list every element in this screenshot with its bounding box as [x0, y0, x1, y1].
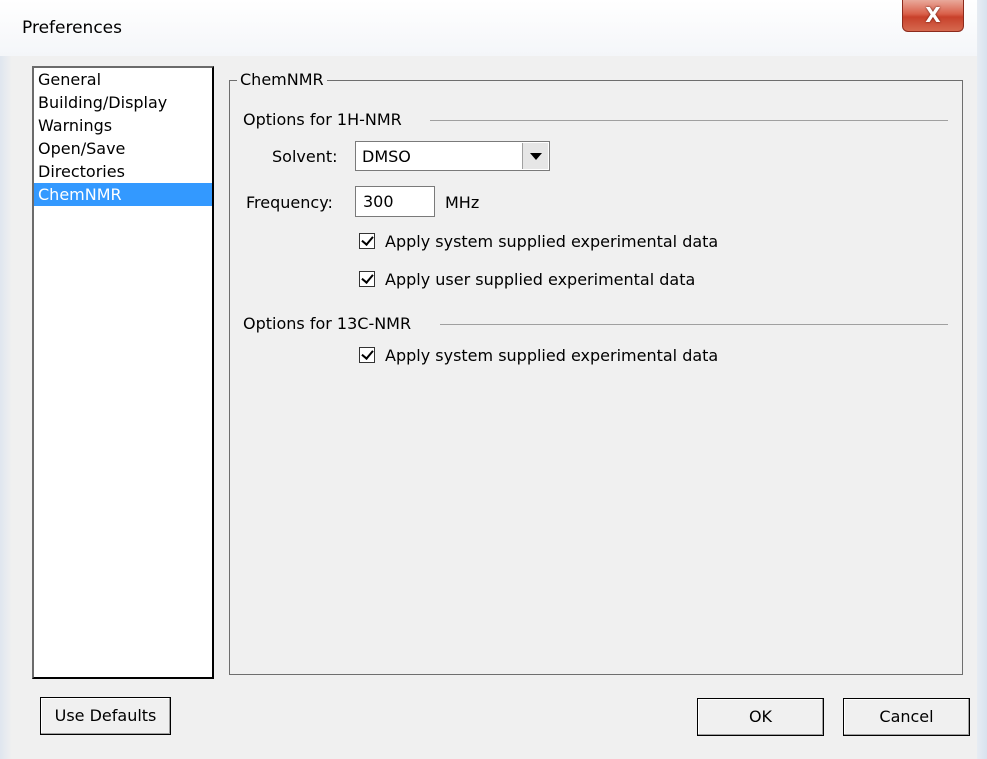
chevron-down-icon[interactable]	[522, 143, 548, 169]
solvent-value: DMSO	[362, 147, 411, 166]
window-left-border	[0, 56, 12, 759]
ok-button[interactable]: OK	[697, 698, 824, 736]
cancel-button[interactable]: Cancel	[843, 698, 970, 736]
section-divider-1h	[430, 120, 948, 121]
section-title-13c: Options for 13C-NMR	[243, 314, 420, 333]
category-item-building-display[interactable]: Building/Display	[34, 91, 212, 114]
category-item-open-save[interactable]: Open/Save	[34, 137, 212, 160]
window-right-border	[977, 0, 987, 759]
category-list[interactable]: General Building/Display Warnings Open/S…	[32, 66, 214, 679]
solvent-dropdown[interactable]: DMSO	[355, 141, 550, 171]
close-button[interactable]: X	[902, 0, 964, 32]
use-defaults-button[interactable]: Use Defaults	[40, 697, 171, 735]
frequency-unit: MHz	[445, 193, 480, 212]
section-title-1h: Options for 1H-NMR	[243, 110, 410, 129]
frequency-input[interactable]: 300	[355, 186, 435, 217]
window-title: Preferences	[22, 18, 122, 38]
category-item-general[interactable]: General	[34, 68, 212, 91]
groupbox-title: ChemNMR	[237, 70, 327, 89]
section-divider-13c	[440, 324, 948, 325]
apply-user-data-1h-checkbox[interactable]	[359, 271, 375, 287]
title-bar: Preferences X	[0, 0, 987, 56]
apply-system-data-13c-checkbox[interactable]	[359, 347, 375, 363]
frequency-label: Frequency:	[246, 193, 333, 212]
apply-system-data-1h-label[interactable]: Apply system supplied experimental data	[385, 232, 718, 251]
category-item-warnings[interactable]: Warnings	[34, 114, 212, 137]
solvent-label: Solvent:	[272, 147, 338, 166]
apply-system-data-13c-label[interactable]: Apply system supplied experimental data	[385, 346, 718, 365]
chemnmr-groupbox	[229, 80, 963, 675]
apply-user-data-1h-label[interactable]: Apply user supplied experimental data	[385, 270, 695, 289]
apply-system-data-1h-checkbox[interactable]	[359, 233, 375, 249]
category-item-chemnmr[interactable]: ChemNMR	[34, 183, 212, 206]
category-item-directories[interactable]: Directories	[34, 160, 212, 183]
